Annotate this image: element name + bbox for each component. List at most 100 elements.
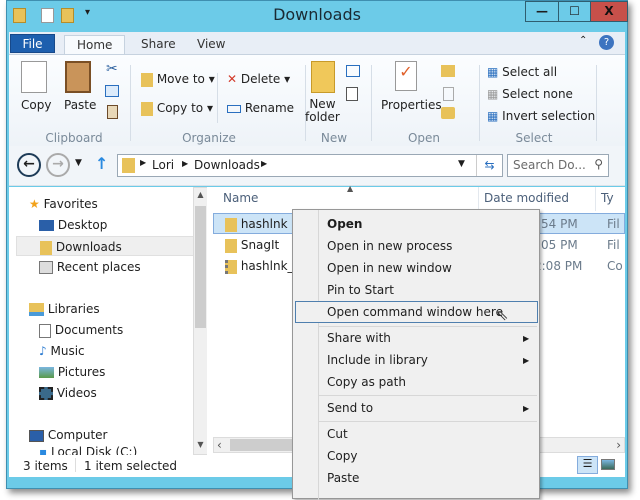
nav-music[interactable]: ♪ Music bbox=[39, 341, 85, 361]
downloads-folder-icon bbox=[122, 158, 135, 173]
rename-icon bbox=[227, 104, 241, 113]
collapse-ribbon-icon[interactable]: ⌃ bbox=[579, 35, 587, 46]
nav-downloads[interactable]: Downloads bbox=[16, 236, 194, 256]
nav-pictures-label: Pictures bbox=[57, 365, 106, 379]
scroll-right-icon[interactable]: › bbox=[616, 438, 621, 452]
downloads-icon bbox=[40, 240, 52, 255]
nav-local-disk-label: Local Disk (C:) bbox=[50, 445, 138, 455]
libraries-icon bbox=[29, 303, 44, 316]
properties-button[interactable]: Properties bbox=[381, 98, 442, 112]
nav-videos[interactable]: Videos bbox=[39, 383, 97, 403]
select-none-button[interactable]: ▦ Select none bbox=[487, 87, 573, 101]
edit-icon[interactable] bbox=[443, 87, 454, 101]
open-icon[interactable] bbox=[441, 65, 455, 77]
paste-button[interactable]: Paste bbox=[64, 98, 96, 112]
file-date: :54 PM bbox=[537, 217, 578, 231]
close-button[interactable]: X bbox=[590, 1, 628, 22]
copy-to-button[interactable]: Copy to ▾ bbox=[141, 101, 213, 116]
refresh-icon[interactable]: ⇆ bbox=[476, 155, 502, 176]
history-icon[interactable] bbox=[441, 107, 455, 119]
menu-copy-as-path[interactable]: Copy as path bbox=[327, 371, 406, 393]
folder-icon bbox=[225, 238, 237, 253]
menu-cut[interactable]: Cut bbox=[327, 423, 348, 445]
recent-locations-icon[interactable]: ▼ bbox=[75, 158, 82, 168]
documents-icon bbox=[39, 323, 51, 338]
tab-share[interactable]: Share bbox=[129, 35, 188, 54]
menu-send-to[interactable]: Send to bbox=[327, 397, 373, 419]
back-button[interactable]: ← bbox=[17, 153, 41, 177]
tab-home[interactable]: Home bbox=[64, 35, 126, 54]
address-dropdown-icon[interactable]: ▼ bbox=[458, 159, 465, 169]
group-open-label: Open bbox=[407, 131, 441, 145]
easy-access-icon[interactable] bbox=[346, 87, 358, 101]
column-name[interactable]: Name bbox=[223, 191, 258, 205]
minimize-button[interactable]: — bbox=[525, 1, 559, 22]
details-view-icon[interactable]: ☰ bbox=[577, 456, 598, 474]
cut-icon[interactable]: ✂ bbox=[106, 61, 118, 77]
address-path[interactable]: ▶ Lori ▶ Downloads ▶ ▼ ⇆ bbox=[117, 154, 503, 177]
group-organize-label: Organize bbox=[182, 131, 236, 145]
file-row[interactable]: SnagIt bbox=[225, 235, 279, 255]
tab-view[interactable]: View bbox=[185, 35, 237, 54]
nav-favorites[interactable]: ★ Favorites bbox=[29, 194, 98, 214]
file-name: hashlnk bbox=[240, 217, 288, 231]
rename-label: Rename bbox=[244, 101, 295, 115]
scroll-up-icon[interactable]: ▲ bbox=[194, 190, 207, 199]
menu-pin-to-start[interactable]: Pin to Start bbox=[327, 279, 394, 301]
star-icon: ★ bbox=[29, 197, 40, 211]
menu-open[interactable]: Open bbox=[327, 213, 362, 235]
nav-recent-places[interactable]: Recent places bbox=[39, 257, 141, 277]
file-row[interactable]: hashlnk_v bbox=[225, 256, 301, 276]
copy-path-icon[interactable] bbox=[105, 85, 119, 97]
scroll-down-icon[interactable]: ▼ bbox=[194, 440, 207, 449]
new-folder-button[interactable]: New folder bbox=[305, 98, 340, 124]
nav-scroll-thumb[interactable] bbox=[195, 206, 206, 328]
properties-icon: ✓ bbox=[395, 61, 417, 91]
menu-share-with[interactable]: Share with bbox=[327, 327, 391, 349]
column-type[interactable]: Ty bbox=[601, 191, 614, 205]
nav-libraries[interactable]: Libraries bbox=[29, 299, 100, 319]
delete-button[interactable]: ✕ Delete ▾ bbox=[227, 72, 290, 86]
select-none-label: Select none bbox=[502, 87, 573, 101]
breadcrumb-downloads[interactable]: Downloads bbox=[194, 158, 260, 172]
select-all-button[interactable]: ▦ Select all bbox=[487, 65, 557, 79]
up-icon[interactable]: ↑ bbox=[95, 154, 108, 173]
recent-places-icon bbox=[39, 261, 53, 274]
nav-documents[interactable]: Documents bbox=[39, 320, 123, 340]
nav-computer[interactable]: Computer bbox=[29, 425, 107, 445]
copy-button[interactable]: Copy bbox=[21, 98, 51, 112]
move-to-icon bbox=[141, 72, 153, 87]
nav-scrollbar[interactable]: ▲ ▼ bbox=[193, 187, 208, 455]
large-icons-view-icon[interactable] bbox=[601, 459, 615, 470]
help-icon[interactable]: ? bbox=[599, 35, 614, 50]
file-date: :05 PM bbox=[537, 238, 578, 252]
search-input[interactable]: Search Do... ⚲ bbox=[507, 154, 609, 177]
horizontal-scroll-thumb[interactable] bbox=[230, 439, 300, 451]
nav-pictures[interactable]: Pictures bbox=[39, 362, 105, 382]
tab-file[interactable]: File bbox=[10, 34, 55, 53]
paste-shortcut-icon[interactable] bbox=[107, 105, 118, 119]
zip-folder-icon bbox=[225, 259, 237, 274]
rename-button[interactable]: Rename bbox=[227, 101, 294, 115]
nav-desktop[interactable]: Desktop bbox=[39, 215, 107, 235]
menu-open-new-process[interactable]: Open in new process bbox=[327, 235, 452, 257]
file-row[interactable]: hashlnk bbox=[225, 214, 288, 234]
menu-copy[interactable]: Copy bbox=[327, 445, 357, 467]
forward-button[interactable]: → bbox=[46, 153, 70, 177]
nav-libraries-label: Libraries bbox=[47, 302, 100, 316]
new-item-icon[interactable] bbox=[346, 65, 360, 77]
invert-selection-button[interactable]: ▦ Invert selection bbox=[487, 109, 595, 123]
new-folder-icon bbox=[311, 61, 335, 93]
breadcrumb-lori[interactable]: Lori bbox=[152, 158, 174, 172]
menu-open-new-window[interactable]: Open in new window bbox=[327, 257, 452, 279]
maximize-button[interactable]: ☐ bbox=[558, 1, 591, 22]
menu-include-in-library[interactable]: Include in library bbox=[327, 349, 428, 371]
file-type: Fil bbox=[607, 217, 620, 231]
move-to-button[interactable]: Move to ▾ bbox=[141, 72, 215, 87]
scroll-left-icon[interactable]: ‹ bbox=[217, 438, 222, 452]
submenu-arrow-icon: ▶ bbox=[523, 404, 530, 413]
menu-open-command-window[interactable]: Open command window here bbox=[327, 301, 503, 323]
nav-local-disk[interactable]: ▪ Local Disk (C:) bbox=[39, 445, 137, 455]
column-date-modified[interactable]: Date modified bbox=[484, 191, 569, 205]
menu-paste[interactable]: Paste bbox=[327, 467, 359, 489]
